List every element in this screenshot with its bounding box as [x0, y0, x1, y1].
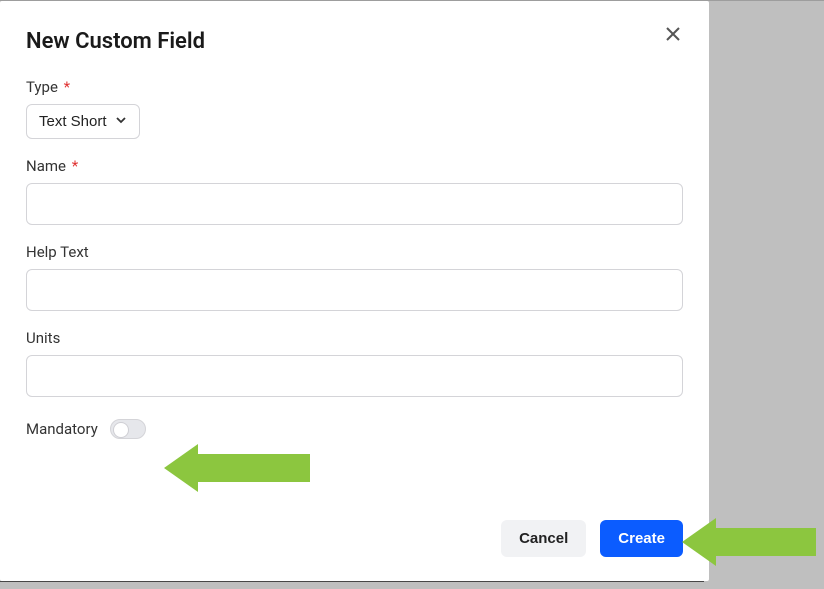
- type-label: Type *: [26, 78, 683, 96]
- modal-title: New Custom Field: [26, 29, 683, 54]
- type-field: Type * Text Short: [26, 78, 683, 139]
- type-select-value: Text Short: [39, 113, 107, 130]
- name-field: Name *: [26, 157, 683, 225]
- help-text-field: Help Text: [26, 243, 683, 311]
- name-label: Name *: [26, 157, 683, 175]
- modal-footer: Cancel Create: [26, 484, 683, 557]
- mandatory-toggle[interactable]: [110, 419, 146, 439]
- new-custom-field-modal: New Custom Field Type * Text Short: [0, 1, 709, 581]
- help-text-label: Help Text: [26, 243, 683, 261]
- help-text-input[interactable]: [26, 269, 683, 311]
- name-label-text: Name: [26, 157, 66, 175]
- close-icon: [665, 26, 681, 45]
- required-marker: *: [72, 157, 78, 175]
- cancel-button[interactable]: Cancel: [501, 520, 586, 557]
- chevron-down-icon: [115, 113, 127, 130]
- units-field: Units: [26, 329, 683, 397]
- mandatory-field: Mandatory: [26, 419, 683, 439]
- required-marker: *: [64, 78, 70, 96]
- units-label: Units: [26, 329, 683, 347]
- type-label-text: Type: [26, 78, 58, 96]
- units-input[interactable]: [26, 355, 683, 397]
- mandatory-label: Mandatory: [26, 420, 98, 438]
- close-button[interactable]: [659, 21, 687, 49]
- type-select[interactable]: Text Short: [26, 104, 140, 139]
- name-input[interactable]: [26, 183, 683, 225]
- create-button[interactable]: Create: [600, 520, 683, 557]
